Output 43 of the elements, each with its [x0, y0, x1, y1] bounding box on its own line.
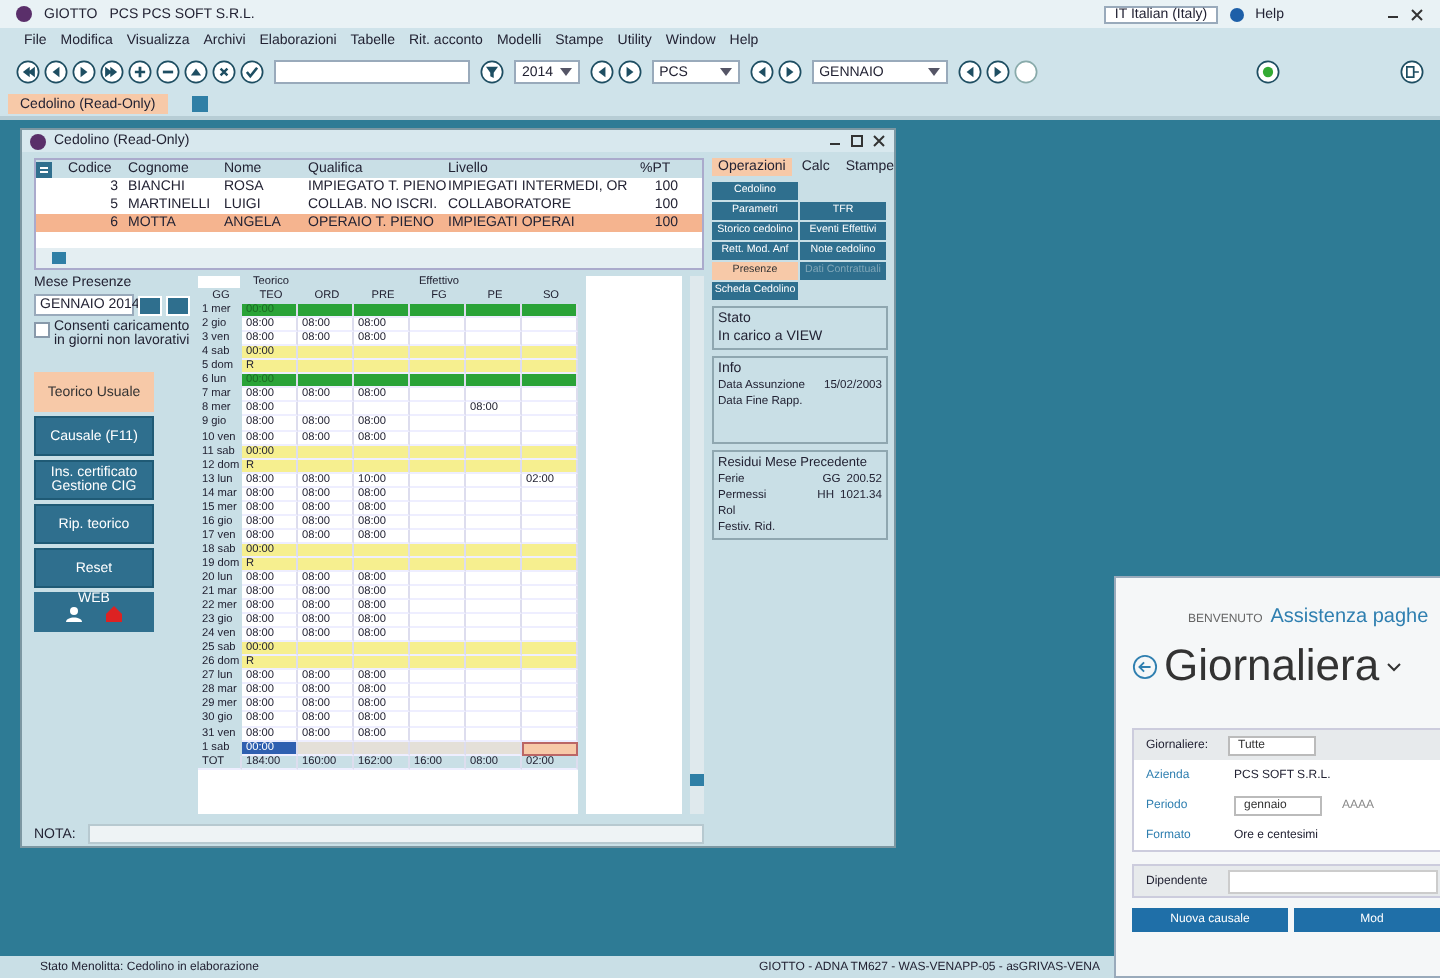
- first-icon[interactable]: [16, 60, 40, 84]
- minimize-icon[interactable]: [1388, 10, 1398, 18]
- close-icon[interactable]: [872, 134, 886, 148]
- next-icon[interactable]: [777, 60, 802, 84]
- help-icon: [1229, 7, 1244, 21]
- previous-icon[interactable]: [589, 60, 614, 84]
- close-icon[interactable]: [212, 60, 236, 84]
- next-icon[interactable]: [617, 60, 642, 84]
- up-icon[interactable]: [184, 60, 208, 84]
- app-logo-icon: [16, 6, 32, 22]
- window-icon: [30, 133, 46, 149]
- page-title: Giornaliera: [1164, 640, 1380, 692]
- back-icon[interactable]: [1132, 653, 1158, 679]
- previous-icon[interactable]: [44, 60, 68, 84]
- person-icon: [64, 606, 84, 622]
- checkbox[interactable]: [34, 322, 50, 338]
- minus-icon[interactable]: [156, 60, 180, 84]
- user-name: Assistenza paghe: [1270, 606, 1429, 628]
- previous-icon[interactable]: [957, 60, 982, 84]
- caret-icon: [719, 68, 732, 76]
- scrollbar-thumb[interactable]: [690, 774, 704, 786]
- scrollbar-thumb[interactable]: [52, 252, 66, 264]
- table-menu-icon[interactable]: [36, 161, 52, 177]
- filter-icon[interactable]: [480, 60, 504, 84]
- last-icon[interactable]: [100, 60, 124, 84]
- previous-month-button[interactable]: [138, 295, 162, 315]
- next-icon[interactable]: [72, 60, 96, 84]
- next-month-button[interactable]: [166, 295, 190, 315]
- employee-field[interactable]: [1227, 869, 1438, 893]
- note-field[interactable]: [87, 824, 704, 844]
- house-icon: [104, 606, 124, 622]
- close-icon[interactable]: [1410, 7, 1424, 21]
- caret-icon: [927, 68, 940, 76]
- maximize-icon[interactable]: [850, 134, 864, 148]
- caret-icon: [559, 68, 572, 76]
- check-icon[interactable]: [240, 60, 264, 84]
- previous-icon[interactable]: [749, 60, 774, 84]
- plus-icon[interactable]: [128, 60, 152, 84]
- search-field[interactable]: [274, 60, 470, 84]
- chevron-icon[interactable]: [1385, 661, 1402, 671]
- next-icon[interactable]: [985, 60, 1010, 84]
- close-tab-icon[interactable]: [191, 96, 208, 112]
- exit-icon[interactable]: [1400, 60, 1424, 84]
